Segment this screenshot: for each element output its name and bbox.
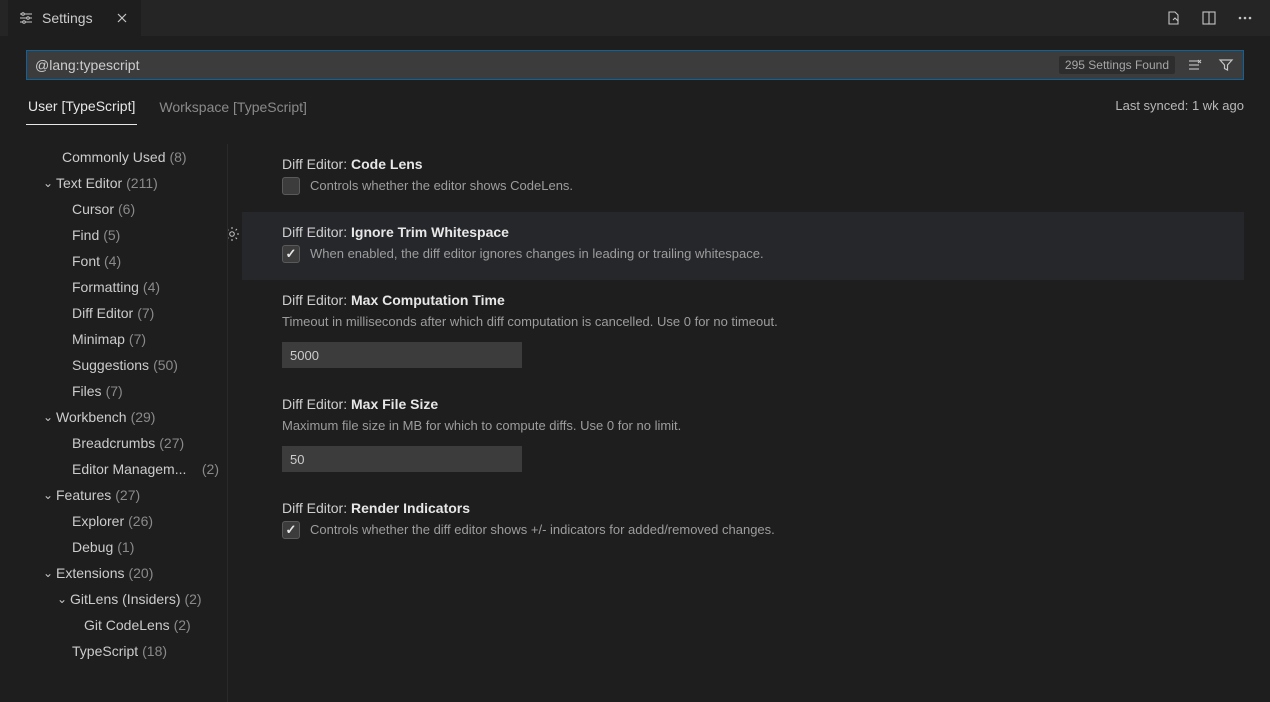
chevron-down-icon: ⌄	[40, 410, 56, 424]
tab-settings[interactable]: Settings	[8, 0, 141, 36]
clear-search-button[interactable]	[1183, 54, 1205, 76]
more-actions-button[interactable]	[1234, 7, 1256, 29]
toc-debug[interactable]: Debug(1)	[26, 534, 223, 560]
setting-diff-max-file-size: Diff Editor: Max File Size Maximum file …	[242, 384, 1244, 488]
toc-breadcrumbs[interactable]: Breadcrumbs(27)	[26, 430, 223, 456]
chevron-down-icon: ⌄	[40, 566, 56, 580]
sync-status: Last synced: 1 wk ago	[1115, 98, 1244, 119]
toc-editor-management[interactable]: Editor Managem...(2)	[26, 456, 223, 482]
close-tab-button[interactable]	[113, 9, 131, 27]
settings-tab-icon	[18, 10, 34, 26]
toc-extensions[interactable]: ⌄ Extensions(20)	[26, 560, 223, 586]
setting-title: Diff Editor: Max Computation Time	[282, 292, 1230, 308]
checkbox-render-indicators[interactable]	[282, 521, 300, 539]
setting-description: Controls whether the editor shows CodeLe…	[310, 176, 573, 196]
toc-workbench[interactable]: ⌄ Workbench(29)	[26, 404, 223, 430]
toc-files[interactable]: Files(7)	[26, 378, 223, 404]
toc-typescript[interactable]: TypeScript(18)	[26, 638, 223, 664]
toc-find[interactable]: Find(5)	[26, 222, 223, 248]
setting-diff-ignore-trim: Diff Editor: Ignore Trim Whitespace When…	[242, 212, 1244, 280]
editor-tabs: Settings	[0, 0, 1270, 36]
setting-title: Diff Editor: Max File Size	[282, 396, 1230, 412]
toc-suggestions[interactable]: Suggestions(50)	[26, 352, 223, 378]
input-max-file-size[interactable]	[282, 446, 522, 472]
split-editor-button[interactable]	[1198, 7, 1220, 29]
setting-description: Maximum file size in MB for which to com…	[282, 416, 1230, 436]
search-row: 295 Settings Found	[0, 36, 1270, 80]
settings-search-input[interactable]	[35, 57, 1059, 73]
toc-features[interactable]: ⌄ Features(27)	[26, 482, 223, 508]
open-settings-json-button[interactable]	[1162, 7, 1184, 29]
scope-tabs: User [TypeScript] Workspace [TypeScript]…	[0, 80, 1270, 124]
chevron-down-icon: ⌄	[54, 592, 70, 606]
setting-description: Timeout in milliseconds after which diff…	[282, 312, 1230, 332]
setting-diff-max-computation: Diff Editor: Max Computation Time Timeou…	[242, 280, 1244, 384]
settings-toc: Commonly Used(8) ⌄ Text Editor(211) Curs…	[0, 144, 228, 702]
toc-font[interactable]: Font(4)	[26, 248, 223, 274]
chevron-down-icon: ⌄	[40, 488, 56, 502]
setting-diff-render-indicators: Diff Editor: Render Indicators Controls …	[242, 488, 1244, 556]
filter-button[interactable]	[1215, 54, 1237, 76]
gear-icon[interactable]	[228, 226, 240, 242]
toc-cursor[interactable]: Cursor(6)	[26, 196, 223, 222]
toc-explorer[interactable]: Explorer(26)	[26, 508, 223, 534]
toc-commonly-used[interactable]: Commonly Used(8)	[26, 144, 223, 170]
scope-tab-user[interactable]: User [TypeScript]	[26, 92, 137, 125]
toc-git-codelens[interactable]: Git CodeLens(2)	[26, 612, 223, 638]
setting-description: Controls whether the diff editor shows +…	[310, 520, 775, 540]
editor-actions	[1162, 7, 1262, 29]
setting-description: When enabled, the diff editor ignores ch…	[310, 244, 764, 264]
scope-tab-workspace[interactable]: Workspace [TypeScript]	[157, 93, 309, 125]
toc-gitlens[interactable]: ⌄ GitLens (Insiders)(2)	[26, 586, 223, 612]
setting-title: Diff Editor: Render Indicators	[282, 500, 1230, 516]
toc-text-editor[interactable]: ⌄ Text Editor(211)	[26, 170, 223, 196]
settings-list[interactable]: Diff Editor: Code Lens Controls whether …	[228, 144, 1270, 702]
toc-formatting[interactable]: Formatting(4)	[26, 274, 223, 300]
input-max-computation-time[interactable]	[282, 342, 522, 368]
checkbox-codelens[interactable]	[282, 177, 300, 195]
tab-label: Settings	[42, 10, 93, 26]
chevron-down-icon: ⌄	[40, 176, 56, 190]
toc-diff-editor[interactable]: Diff Editor(7)	[26, 300, 223, 326]
toc-minimap[interactable]: Minimap(7)	[26, 326, 223, 352]
settings-search-box: 295 Settings Found	[26, 50, 1244, 80]
checkbox-ignore-trim[interactable]	[282, 245, 300, 263]
setting-diff-codelens: Diff Editor: Code Lens Controls whether …	[242, 144, 1244, 212]
settings-count-badge: 295 Settings Found	[1059, 56, 1175, 74]
setting-title: Diff Editor: Ignore Trim Whitespace	[282, 224, 1230, 240]
setting-title: Diff Editor: Code Lens	[282, 156, 1230, 172]
